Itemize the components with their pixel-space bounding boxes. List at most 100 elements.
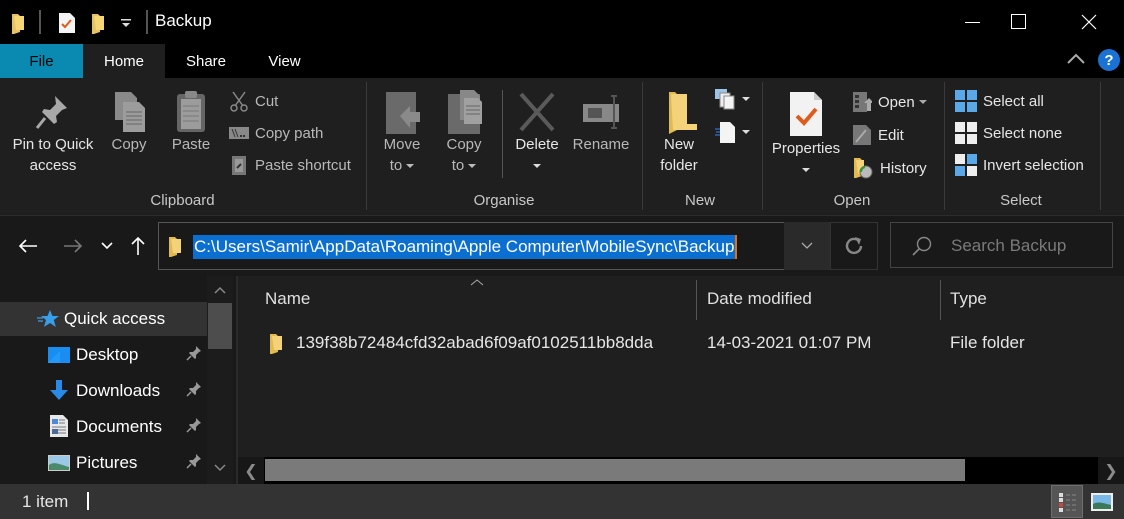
rename-button[interactable]: Rename [570,90,632,155]
forward-button[interactable] [59,234,87,258]
delete-label: Delete [515,136,559,153]
minimize-button[interactable] [950,0,996,44]
pin-icon[interactable] [186,417,202,438]
address-path[interactable]: C:\Users\Samir\AppData\Roaming\Apple Com… [193,235,738,259]
maximize-button[interactable] [996,0,1042,44]
refresh-icon [845,237,863,255]
tab-home[interactable]: Home [83,44,165,78]
back-button[interactable] [14,234,42,258]
scroll-left-button[interactable]: ❮ [238,457,264,484]
address-bar[interactable]: C:\Users\Samir\AppData\Roaming\Apple Com… [158,222,828,270]
window-title: Backup [155,11,212,30]
pin-to-quick-access-button[interactable]: Pin to Quick access [5,90,101,176]
edit-label: Edit [878,126,904,144]
pin-label-line2: access [29,157,77,174]
chevron-down-icon [468,164,477,169]
new-folder-icon[interactable] [90,10,106,36]
select-none-button[interactable]: Select none [955,120,1062,146]
close-icon [1081,14,1097,30]
copy-button[interactable]: Copy [104,90,154,155]
desktop-icon [48,347,70,368]
chevron-down-icon [406,164,415,169]
properties-button[interactable]: Properties [768,90,844,180]
organise-separator [502,90,503,178]
select-all-button[interactable]: Select all [955,88,1044,114]
chevron-down-icon [533,164,541,169]
file-date-modified: 14-03-2021 01:07 PM [707,333,872,352]
pin-icon[interactable] [186,345,202,366]
collapse-ribbon-button[interactable] [1066,52,1086,70]
rename-icon [583,95,619,129]
chevron-down-icon [101,242,113,250]
folder-icon [268,332,284,358]
history-label: History [880,159,927,177]
group-separator [642,82,643,210]
history-button[interactable]: History [852,155,927,181]
chevron-up-icon [1067,53,1085,64]
close-button[interactable] [1066,0,1112,44]
copy-path-button[interactable]: Copy path [229,120,323,146]
select-all-icon [955,90,977,112]
pin-icon[interactable] [186,381,202,402]
customize-dropdown-icon[interactable] [120,10,132,36]
nav-item-quick-access[interactable]: Quick access [0,302,208,336]
tab-file[interactable]: File [0,44,83,78]
column-header-date-modified[interactable]: Date modified [707,289,812,309]
open-icon [852,91,872,113]
properties-icon[interactable] [58,10,76,36]
copy-to-button[interactable]: Copy to [438,90,490,176]
search-box[interactable]: Search Backup [890,222,1113,268]
select-none-label: Select none [983,124,1063,142]
column-separator[interactable] [940,280,941,320]
chevron-up-icon[interactable] [214,286,226,294]
open-label: Open [878,93,915,111]
qat-separator [39,10,41,34]
nav-item-pictures[interactable]: Pictures [0,446,208,480]
refresh-button[interactable] [830,222,878,270]
arrow-up-icon [131,236,145,255]
address-dropdown-button[interactable] [784,222,830,270]
copy-to-icon [448,90,482,134]
paste-shortcut-label: Paste shortcut [255,156,351,174]
paste-shortcut-button[interactable]: Paste shortcut [229,152,351,178]
rename-label: Rename [572,136,630,153]
nav-item-downloads[interactable]: Downloads [0,374,208,408]
copy-icon [115,92,145,132]
cut-button[interactable]: Cut [229,88,278,114]
edit-button[interactable]: Edit [852,122,904,148]
scroll-right-button[interactable]: ❯ [1098,457,1124,484]
new-folder-button[interactable]: New folder [652,90,706,176]
scissors-icon [229,90,249,112]
nav-item-label: Downloads [76,381,161,400]
copy-path-label: Copy path [255,124,324,142]
nav-pane-scroll-thumb[interactable] [208,303,232,349]
navigation-pane: Quick access Desktop Downloads Documents… [0,276,236,484]
delete-button[interactable]: Delete [510,90,564,176]
tab-share[interactable]: Share [165,44,247,78]
help-icon: ? [1104,51,1114,69]
nav-item-documents[interactable]: Documents [0,410,208,444]
recent-locations-button[interactable] [94,234,120,258]
large-icons-view-button[interactable] [1086,485,1118,518]
move-to-button[interactable]: Move to [376,90,428,176]
easy-access-button[interactable] [714,120,750,144]
column-separator[interactable] [696,280,697,320]
column-header-type[interactable]: Type [950,289,987,309]
properties-label: Properties [771,140,841,157]
up-button[interactable] [124,234,152,258]
new-item-button[interactable] [714,88,750,110]
paste-button[interactable]: Paste [166,90,216,155]
pin-icon[interactable] [186,453,202,474]
help-button[interactable]: ? [1098,49,1120,71]
group-label-select: Select [1000,192,1042,209]
tab-view[interactable]: View [247,44,322,78]
chevron-down-icon[interactable] [214,464,226,472]
nav-item-desktop[interactable]: Desktop [0,338,208,372]
column-header-name[interactable]: Name [265,289,310,309]
invert-selection-button[interactable]: Invert selection [955,152,1084,178]
horizontal-scroll-thumb[interactable] [265,459,965,481]
qat-separator [146,10,148,34]
details-view-button[interactable] [1051,485,1083,518]
open-button[interactable]: Open [852,89,927,115]
folder-icon [10,10,26,36]
